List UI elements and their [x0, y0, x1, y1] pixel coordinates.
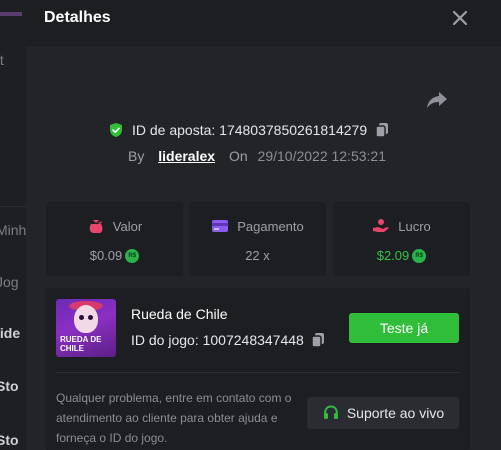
headset-icon	[323, 405, 338, 419]
card-divider	[56, 372, 459, 373]
thumbnail-face-shape	[74, 305, 98, 333]
bet-details-modal: Detalhes ID de aposta: 17480378502618142…	[26, 0, 501, 450]
background-text-6: Sto	[0, 432, 19, 448]
close-icon[interactable]	[450, 8, 470, 28]
by-label: By	[128, 148, 145, 164]
thumbnail-eye-shape	[88, 315, 93, 320]
background-text-2: Minh	[0, 222, 27, 238]
credit-card-icon	[212, 220, 229, 232]
stat-card-pagamento: Pagamento 22 x	[189, 202, 326, 276]
share-icon[interactable]	[426, 90, 448, 110]
stat-label-valor: Valor	[112, 218, 143, 234]
game-id: ID do jogo: 1007248347448	[131, 332, 304, 348]
live-support-label: Suporte ao vivo	[346, 405, 445, 421]
stat-card-lucro: Lucro $2.09 R$	[333, 202, 470, 276]
modal-header: Detalhes	[26, 0, 501, 46]
background-accent-bar	[0, 12, 22, 16]
stat-value-pagamento: 22 x	[245, 248, 270, 263]
bet-datetime: 29/10/2022 12:53:21	[257, 148, 386, 164]
help-text: Qualquer problema, entre em contato com …	[56, 391, 292, 445]
bet-id: ID de aposta: 1748037850261814279	[132, 122, 368, 138]
bet-author-row: By lideralex On 29/10/2022 12:53:21	[128, 148, 386, 164]
game-card: RUEDA DE CHILE Rueda de Chile ID do jogo…	[45, 288, 470, 450]
bet-id-row: ID de aposta: 1748037850261814279	[108, 120, 390, 140]
thumbnail-title-line2: CHILE	[60, 344, 84, 353]
play-demo-button[interactable]: Teste já	[349, 313, 459, 343]
background-text-4: lide	[0, 325, 21, 341]
background-text-3: Jog	[0, 274, 19, 290]
modal-title: Detalhes	[44, 9, 111, 26]
thumbnail-eye-shape	[79, 315, 84, 320]
background-text-1: ft	[0, 52, 4, 68]
currency-coin-icon: R$	[125, 248, 140, 263]
background-text-5: Sto	[0, 378, 19, 394]
live-support-button[interactable]: Suporte ao vivo	[307, 397, 459, 429]
username-link[interactable]: lideralex	[158, 148, 215, 164]
verified-shield-icon	[110, 123, 122, 137]
stat-label-lucro: Lucro	[398, 218, 431, 234]
stat-value-lucro: $2.09	[376, 248, 410, 263]
copy-bet-id-icon[interactable]	[374, 122, 390, 138]
game-thumbnail[interactable]: RUEDA DE CHILE	[56, 299, 116, 357]
stat-label-pagamento: Pagamento	[237, 218, 304, 234]
hand-coins-icon	[373, 219, 390, 232]
stat-card-valor: Valor $0.09 R$	[46, 202, 183, 276]
game-id-row: ID do jogo: 1007248347448	[131, 332, 326, 348]
on-label: On	[228, 148, 248, 164]
thumbnail-title-line1: RUEDA DE	[60, 335, 102, 344]
stat-value-valor: $0.09	[89, 248, 123, 263]
money-bag-icon	[89, 220, 103, 233]
currency-coin-icon: R$	[412, 248, 427, 263]
game-name: Rueda de Chile	[131, 306, 228, 322]
copy-game-id-icon[interactable]	[310, 332, 326, 348]
